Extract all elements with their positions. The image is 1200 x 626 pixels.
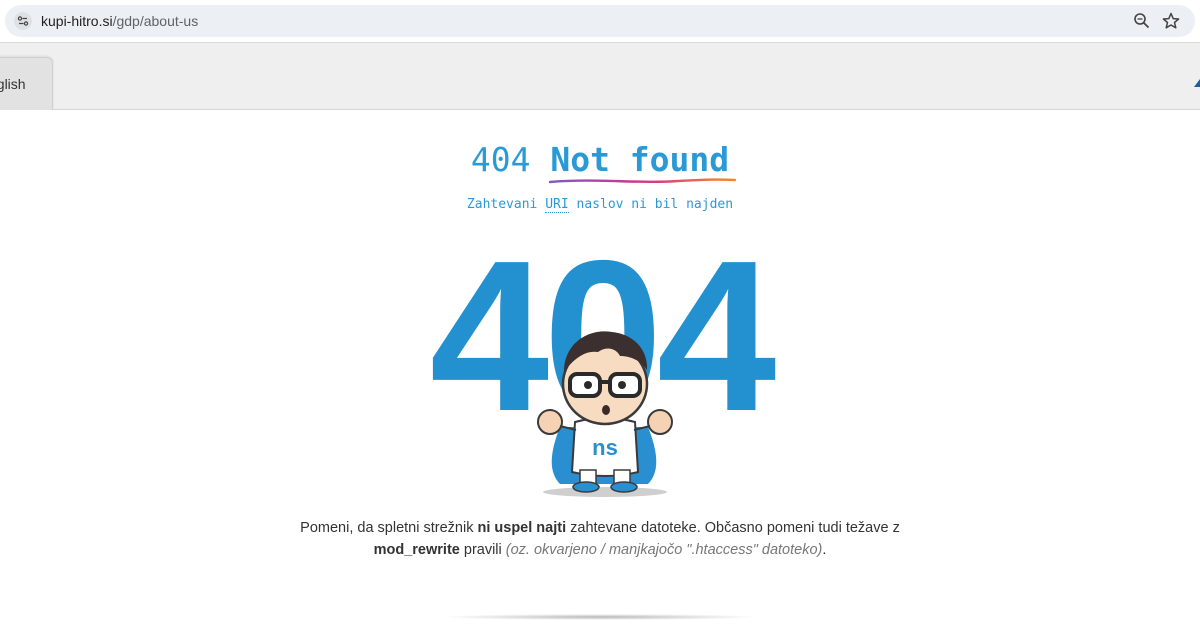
message-bold-2: mod_rewrite bbox=[373, 542, 460, 558]
mascot-illustration: ns bbox=[537, 331, 673, 497]
language-bar: nglish bbox=[0, 43, 1200, 110]
language-tab-english[interactable]: nglish bbox=[0, 57, 53, 110]
address-bar[interactable]: kupi-hitro.si/gdp/about-us bbox=[5, 5, 1195, 37]
mascot-badge: ns bbox=[592, 435, 618, 460]
subtitle-uri-abbr: URI bbox=[545, 197, 569, 213]
message-part-2: zahtevane datoteke. Občasno pomeni tudi … bbox=[570, 520, 900, 536]
subtitle-after: naslov ni bil najden bbox=[576, 197, 734, 212]
browser-toolbar: kupi-hitro.si/gdp/about-us bbox=[0, 0, 1200, 43]
url-text[interactable]: kupi-hitro.si/gdp/about-us bbox=[41, 12, 198, 30]
footer-shadow-divider bbox=[440, 614, 760, 620]
title-code: 404 bbox=[470, 140, 531, 179]
language-tab-label: nglish bbox=[0, 76, 26, 92]
site-info-icon[interactable] bbox=[14, 12, 32, 30]
message-end: . bbox=[822, 542, 827, 558]
title-underline-decoration bbox=[548, 178, 737, 184]
message-bold-1: ni uspel najti bbox=[477, 520, 567, 536]
zoom-icon[interactable] bbox=[1133, 12, 1151, 30]
star-icon[interactable] bbox=[1161, 11, 1181, 31]
title-text: Not found bbox=[550, 140, 730, 179]
error-message: Pomeni, da spletni strežnik ni uspel naj… bbox=[250, 517, 950, 561]
subtitle-before: Zahtevani bbox=[466, 197, 538, 212]
url-host: kupi-hitro.si bbox=[41, 13, 113, 29]
page-title: 404 Not found bbox=[0, 140, 1200, 179]
page-subtitle: Zahtevani URI naslov ni bil najden bbox=[0, 197, 1200, 213]
message-italic: (oz. okvarjeno / manjkajočo ".htaccess" … bbox=[505, 542, 823, 558]
message-part-3: pravili bbox=[463, 542, 502, 558]
message-part-1: Pomeni, da spletni strežnik bbox=[300, 520, 474, 536]
edge-arrow-icon bbox=[1194, 79, 1200, 87]
url-path: /gdp/about-us bbox=[112, 13, 199, 29]
